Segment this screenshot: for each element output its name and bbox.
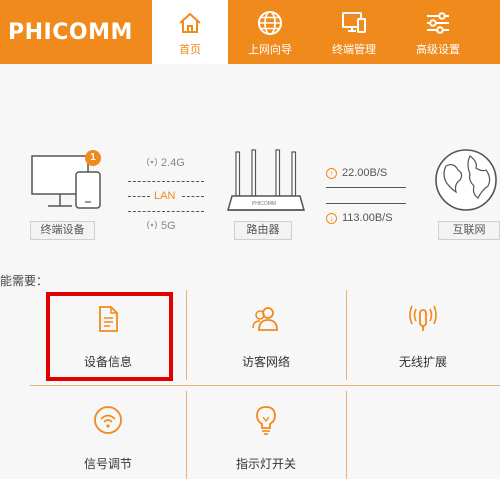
- tile-indicator-light[interactable]: 指示灯开关: [186, 391, 346, 479]
- band-5g-label: 5G: [161, 220, 176, 232]
- globe-icon: [258, 11, 282, 35]
- nav-internet-wizard[interactable]: 上网向导: [228, 0, 312, 64]
- nav-advanced-settings[interactable]: 高级设置: [396, 0, 480, 64]
- wifi-signal-icon: [147, 220, 157, 230]
- band-24g-label: 2.4G: [161, 157, 185, 169]
- terminal-count-badge: 1: [90, 152, 96, 163]
- home-icon: [179, 12, 201, 33]
- download-arrow-icon: ↓: [326, 213, 337, 224]
- wifi-signal-icon: [147, 157, 157, 167]
- internet-globe-icon[interactable]: [434, 148, 500, 214]
- tile-indicator-light-label: 指示灯开关: [235, 457, 296, 471]
- tile-wireless-extension[interactable]: 无线扩展: [346, 290, 500, 385]
- devices-icon: [342, 12, 366, 33]
- link-line-bottom: [128, 211, 204, 212]
- download-speed: ↓ 113.00B/S: [326, 212, 393, 224]
- nav-terminal-management-label: 终端管理: [332, 44, 376, 56]
- signal-adjust-icon: [94, 406, 122, 434]
- router-brand-text: PHICOMM: [251, 201, 277, 207]
- router-icon[interactable]: [226, 148, 306, 218]
- phicomm-logo: PHICOMM: [8, 20, 133, 45]
- upload-arrow-icon: ↑: [326, 168, 337, 179]
- tile-signal-adjust-label: 信号调节: [83, 457, 132, 471]
- terminal-devices-label[interactable]: 终端设备: [30, 221, 95, 240]
- highlight-box: [46, 292, 173, 381]
- band-24g: 2.4G: [146, 157, 185, 169]
- wan-line-bottom: [326, 203, 406, 204]
- wan-line-top: [326, 187, 406, 188]
- guest-users-icon: [252, 307, 278, 331]
- link-line-lan-right: [182, 196, 204, 197]
- download-speed-value: 113.00B/S: [342, 212, 393, 224]
- tile-guest-network-label: 访客网络: [241, 355, 290, 369]
- upload-speed: ↑ 22.00B/S: [326, 167, 387, 179]
- tile-signal-adjust[interactable]: 信号调节: [30, 391, 186, 479]
- lan-label: LAN: [154, 190, 176, 202]
- tile-wireless-extension-label: 无线扩展: [398, 355, 447, 369]
- nav-home-label: 首页: [179, 44, 201, 56]
- grid-divider-horizontal: [30, 385, 500, 386]
- nav-terminal-management[interactable]: 终端管理: [312, 0, 396, 64]
- nav-internet-wizard-label: 上网向导: [248, 44, 292, 56]
- upload-speed-value: 22.00B/S: [342, 167, 388, 179]
- section-label: 能需要：: [0, 274, 49, 288]
- link-line-lan-left: [128, 196, 150, 197]
- link-line-top: [128, 181, 204, 182]
- internet-label[interactable]: 互联网: [438, 221, 500, 240]
- tile-guest-network[interactable]: 访客网络: [186, 290, 346, 385]
- nav-advanced-settings-label: 高级设置: [416, 44, 460, 56]
- router-label[interactable]: 路由器: [234, 221, 292, 240]
- nav-home[interactable]: 首页: [152, 0, 228, 64]
- wireless-extend-icon: [409, 305, 437, 331]
- band-5g: 5G: [146, 220, 176, 232]
- lightbulb-icon: [256, 406, 276, 435]
- grid-divider-vertical-4: [346, 391, 347, 479]
- top-header: PHICOMM 首页 上网向导 终端管理 高级设置: [0, 0, 500, 64]
- sliders-icon: [427, 12, 449, 34]
